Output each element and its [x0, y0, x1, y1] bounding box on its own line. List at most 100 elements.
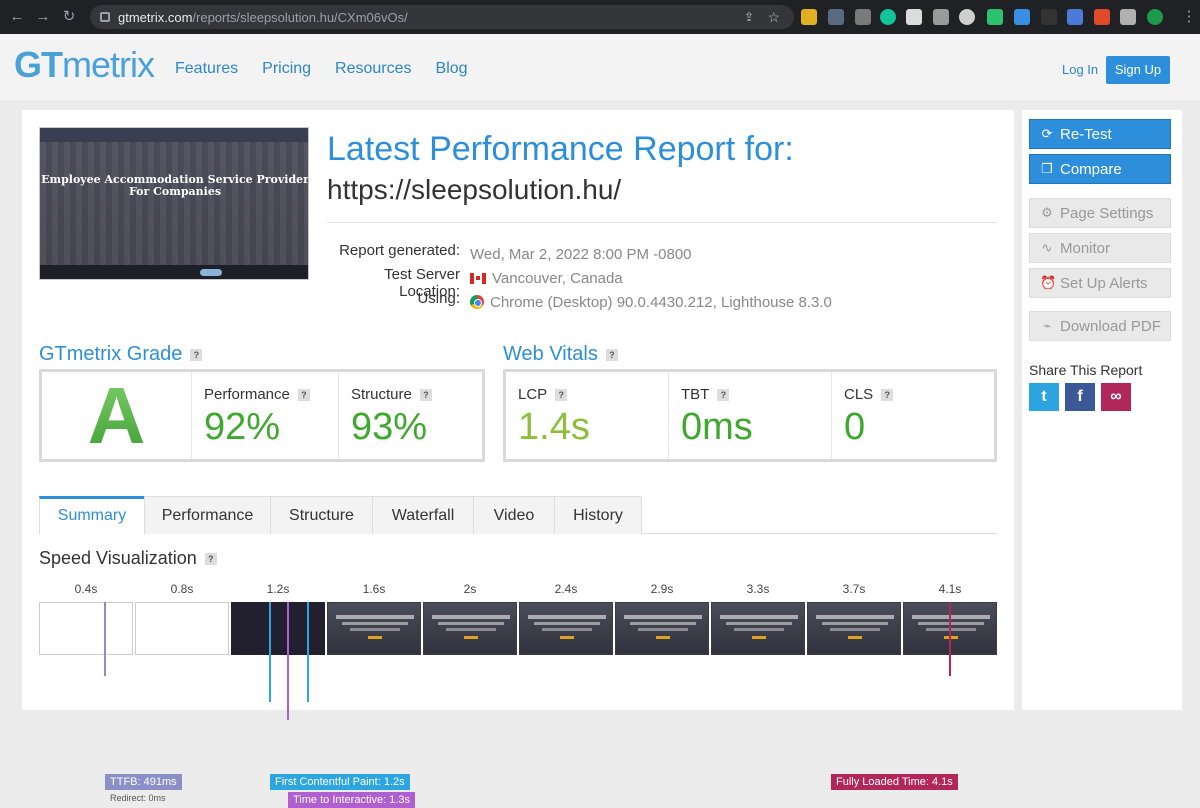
facebook-icon[interactable]: f	[1065, 383, 1095, 411]
tick-label: 4.1s	[938, 582, 962, 596]
meta-value: Wed, Mar 2, 2022 8:00 PM -0800	[470, 245, 692, 263]
alarm-icon: ⏰	[1040, 275, 1057, 290]
tti-line	[287, 602, 289, 720]
filmstrip-frame[interactable]	[615, 602, 709, 655]
fcp-marker: First Contentful Paint: 1.2s	[270, 774, 410, 790]
help-icon[interactable]: ?	[717, 388, 730, 401]
nav-pricing[interactable]: Pricing	[262, 60, 311, 78]
refresh-icon: ⟳	[1041, 126, 1053, 141]
tab-summary[interactable]: Summary	[39, 496, 145, 534]
translate-icon[interactable]	[1067, 9, 1083, 25]
fully-loaded-line	[949, 602, 951, 676]
page-settings-button[interactable]: ⚙ Page Settings	[1029, 198, 1171, 228]
tab-performance[interactable]: Performance	[144, 496, 271, 534]
filmstrip-frame[interactable]	[39, 602, 133, 655]
filmstrip-frame[interactable]	[807, 602, 901, 655]
help-icon[interactable]: ?	[419, 388, 432, 401]
camera-icon[interactable]	[933, 9, 949, 25]
grade-title: GTmetrix Grade?	[39, 343, 203, 366]
help-icon[interactable]: ?	[204, 552, 217, 565]
logo-gt: GT	[14, 44, 63, 85]
download-pdf-button[interactable]: ⌁ Download PDF	[1029, 311, 1171, 341]
reload-icon[interactable]: ↻	[60, 8, 78, 26]
tab-history[interactable]: History	[554, 496, 642, 534]
lcp-label: LCP	[518, 386, 548, 403]
nav-blog[interactable]: Blog	[436, 60, 468, 78]
nav-features[interactable]: Features	[175, 60, 238, 78]
filmstrip-frame[interactable]	[711, 602, 805, 655]
extension-icon[interactable]	[1094, 9, 1110, 25]
meta-row: Using: Chrome (Desktop) 90.0.4430.212, L…	[327, 290, 831, 314]
bookmark-star-icon[interactable]: ☆	[767, 9, 780, 26]
dropbox-icon[interactable]	[828, 9, 844, 25]
page-settings-label: Page Settings	[1060, 204, 1154, 222]
filmstrip-frame[interactable]	[519, 602, 613, 655]
extension-icon[interactable]	[1041, 9, 1057, 25]
meta-row: Report generated: Wed, Mar 2, 2022 8:00 …	[327, 242, 832, 266]
performance-metric: Performance? 92%	[192, 372, 339, 459]
avatar[interactable]	[1147, 9, 1163, 25]
tick-label: 3.7s	[842, 582, 866, 596]
gtmetrix-logo[interactable]: GTmetrix	[14, 44, 155, 86]
twitter-icon[interactable]: t	[1029, 383, 1059, 411]
retest-button[interactable]: ⟳ Re-Test	[1029, 119, 1171, 149]
menu-dots-icon[interactable]: ⋮	[1180, 8, 1198, 26]
extension-icon[interactable]	[987, 9, 1003, 25]
extension-icon[interactable]	[801, 9, 817, 25]
extension-icon[interactable]	[855, 9, 871, 25]
puzzle-icon[interactable]	[1120, 9, 1136, 25]
web-vitals-box: LCP? 1.4s TBT? 0ms CLS? 0	[503, 369, 997, 462]
back-arrow-icon[interactable]: ←	[8, 8, 26, 26]
canada-flag-icon	[470, 272, 486, 284]
monitor-button[interactable]: ∿ Monitor	[1029, 233, 1171, 263]
address-bar[interactable]: gtmetrix.com/reports/sleepsolution.hu/CX…	[90, 5, 794, 29]
fcp-line-end	[307, 602, 309, 702]
pulse-icon: ∿	[1041, 240, 1053, 255]
filmstrip-frame[interactable]	[423, 602, 517, 655]
grade-title-text: GTmetrix Grade	[39, 343, 183, 365]
report-meta: Report generated: Wed, Mar 2, 2022 8:00 …	[327, 242, 832, 314]
login-link[interactable]: Log In	[1062, 62, 1098, 77]
url-path: /reports/sleepsolution.hu/CXm06vOs/	[192, 9, 408, 25]
filmstrip-frame[interactable]	[327, 602, 421, 655]
help-icon[interactable]: ?	[297, 388, 310, 401]
tbt-metric: TBT? 0ms	[669, 372, 832, 459]
help-icon[interactable]: ?	[605, 348, 618, 361]
tab-waterfall[interactable]: Waterfall	[372, 496, 474, 534]
filmstrip-frame[interactable]	[231, 602, 325, 655]
signup-button[interactable]: Sign Up	[1106, 56, 1170, 84]
nav-resources[interactable]: Resources	[335, 60, 411, 78]
tick-label: 2.9s	[650, 582, 674, 596]
tick-label: 2s	[463, 582, 477, 596]
structure-metric: Structure? 93%	[339, 372, 482, 459]
grammarly-icon[interactable]	[880, 9, 896, 25]
filmstrip-frame[interactable]	[135, 602, 229, 655]
extension-icon[interactable]	[959, 9, 975, 25]
extension-icon[interactable]	[1014, 9, 1030, 25]
performance-label: Performance	[204, 386, 290, 403]
share-icon[interactable]: ⇪	[744, 10, 754, 24]
tab-video[interactable]: Video	[473, 496, 555, 534]
help-icon[interactable]: ?	[190, 348, 203, 361]
fcp-line	[269, 602, 271, 702]
link-icon[interactable]: ∞	[1101, 383, 1131, 411]
help-icon[interactable]: ?	[881, 388, 894, 401]
top-nav: Features Pricing Resources Blog	[175, 60, 468, 78]
extension-icon[interactable]	[906, 9, 922, 25]
cls-label: CLS	[844, 386, 874, 403]
report-tabs: Summary Performance Structure Waterfall …	[39, 496, 997, 534]
retest-label: Re-Test	[1060, 125, 1112, 143]
pdf-icon: ⌁	[1043, 318, 1051, 333]
performance-value: 92%	[204, 406, 281, 448]
help-icon[interactable]: ?	[555, 388, 568, 401]
tick-label: 1.6s	[362, 582, 386, 596]
compare-button[interactable]: ❐ Compare	[1029, 154, 1171, 184]
lock-icon	[100, 12, 110, 22]
report-title: Latest Performance Report for:	[327, 130, 794, 168]
forward-arrow-icon[interactable]: →	[34, 8, 52, 26]
browser-toolbar: ← → ↻ gtmetrix.com/reports/sleepsolution…	[0, 0, 1200, 34]
tab-structure[interactable]: Structure	[270, 496, 373, 534]
set-up-alerts-button[interactable]: ⏰ Set Up Alerts	[1029, 268, 1171, 298]
grade-letter: A	[42, 372, 192, 460]
speed-title-text: Speed Visualization	[39, 548, 197, 568]
